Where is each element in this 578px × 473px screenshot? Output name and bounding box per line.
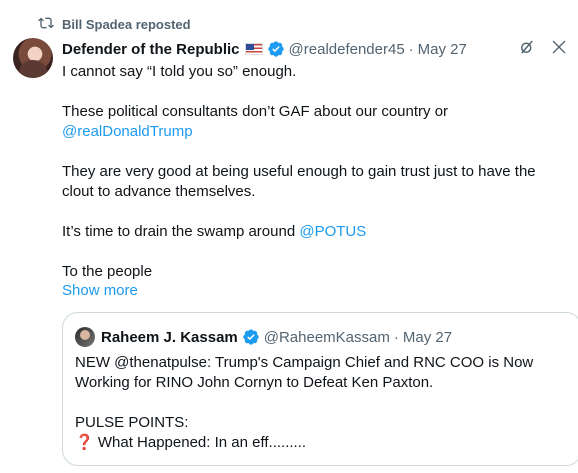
verified-badge-icon <box>243 329 259 345</box>
tweet-body: I cannot say “I told you so” enough. The… <box>62 62 567 302</box>
quote-text: What Happened: In an eff......... <box>97 434 307 451</box>
more-options-icon[interactable] <box>550 38 568 60</box>
us-flag-icon <box>244 43 263 55</box>
quote-header: Raheem J. Kassam @RaheemKassam · May 27 <box>75 327 452 347</box>
tweet-paragraph: It’s time to drain the swamp around @POT… <box>62 222 567 242</box>
author-avatar[interactable] <box>13 38 53 78</box>
separator: · <box>408 40 414 58</box>
quote-author-name[interactable]: Raheem J. Kassam <box>101 329 238 346</box>
header-actions <box>518 38 568 60</box>
separator: · <box>393 328 399 346</box>
tweet-paragraph: They are very good at being useful enoug… <box>62 163 536 200</box>
author-handle[interactable]: @realdefender45 <box>289 41 405 58</box>
quote-paragraph: NEW @thenatpulse: Trump's Campaign Chief… <box>75 354 534 391</box>
tweet-paragraph: These political consultants don’t GAF ab… <box>62 102 567 142</box>
question-mark-icon: ❓ <box>75 434 94 451</box>
tweet-header: Defender of the Republic @realdefender45… <box>62 38 568 60</box>
quote-text: PULSE POINTS: <box>75 414 189 431</box>
tweet-text: These political consultants don’t GAF ab… <box>62 103 449 120</box>
mention-link[interactable]: @realDonaldTrump <box>62 123 193 140</box>
tweet-paragraph: I cannot say “I told you so” enough. <box>62 63 297 80</box>
repost-label: Bill Spadea reposted <box>62 16 191 32</box>
tweet-paragraph: To the people <box>62 263 153 280</box>
quoted-tweet[interactable]: Raheem J. Kassam @RaheemKassam · May 27 … <box>62 312 578 466</box>
tweet-text: It’s time to drain the swamp around <box>62 223 300 240</box>
repost-icon <box>38 15 54 34</box>
quote-author-handle[interactable]: @RaheemKassam <box>264 329 390 346</box>
grok-icon[interactable] <box>518 38 536 60</box>
author-name[interactable]: Defender of the Republic <box>62 41 240 58</box>
post-date[interactable]: May 27 <box>418 41 467 58</box>
quote-body: NEW @thenatpulse: Trump's Campaign Chief… <box>75 353 560 473</box>
quote-author-avatar[interactable] <box>75 327 95 347</box>
quote-date[interactable]: May 27 <box>403 329 452 346</box>
mention-link[interactable]: @POTUS <box>299 223 366 240</box>
show-more-link[interactable]: Show more <box>62 281 138 301</box>
repost-indicator[interactable]: Bill Spadea reposted <box>38 14 191 34</box>
verified-badge-icon <box>267 41 284 57</box>
quote-paragraph: PULSE POINTS: ❓ What Happened: In an eff… <box>75 413 560 453</box>
